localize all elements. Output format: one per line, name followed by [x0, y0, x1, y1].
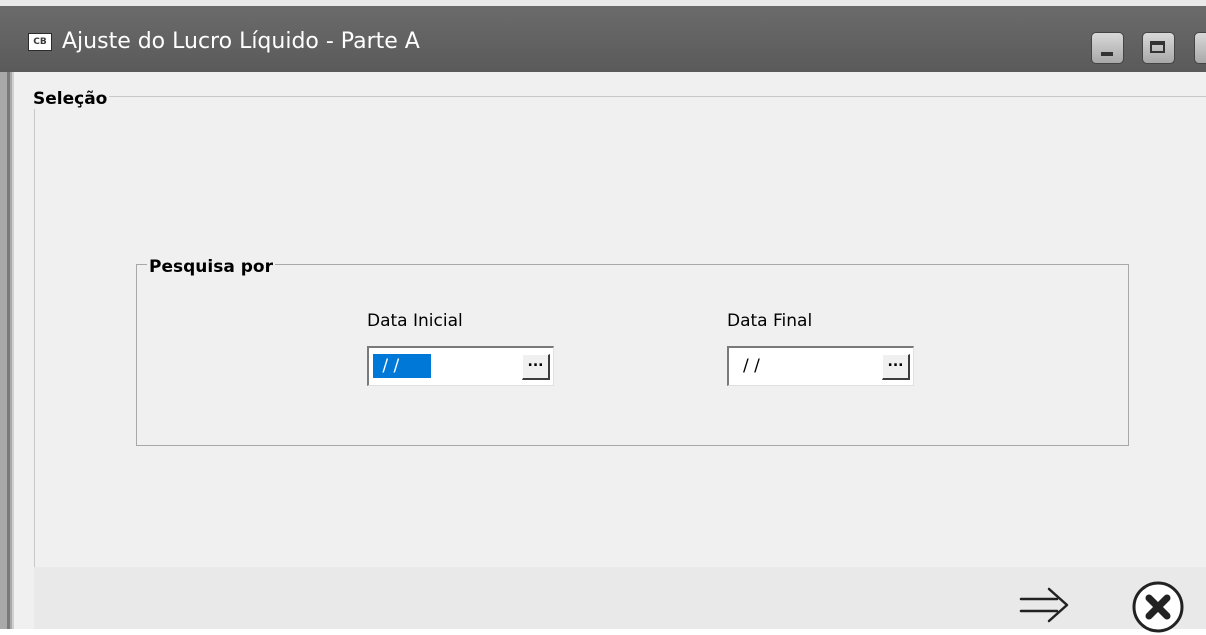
start-date-field[interactable]: / / ... [367, 346, 554, 386]
title-bar[interactable]: CB Ajuste do Lucro Líquido - Parte A [0, 0, 1206, 72]
end-date-field[interactable]: / / ... [727, 346, 914, 386]
cancel-circle-icon[interactable] [1130, 579, 1186, 635]
window: CB Ajuste do Lucro Líquido - Parte A Sel… [0, 0, 1206, 633]
search-group [136, 264, 1129, 446]
selection-group-legend: Seleção [31, 89, 110, 109]
arrow-right-icon[interactable] [1017, 585, 1073, 625]
start-date-value[interactable]: / / [373, 354, 431, 378]
end-date-label: Data Final [727, 311, 813, 331]
close-window-button[interactable] [1194, 32, 1206, 64]
window-title: Ajuste do Lucro Líquido - Parte A [62, 29, 420, 54]
minimize-button[interactable] [1091, 32, 1124, 64]
window-left-border [0, 72, 14, 629]
start-date-picker-button[interactable]: ... [522, 354, 550, 380]
maximize-button[interactable] [1142, 32, 1175, 64]
app-logo-icon: CB [28, 33, 52, 51]
search-group-legend: Pesquisa por [147, 257, 275, 277]
dialog-body: Seleção Pesquisa por Data Inicial / / ..… [14, 72, 1206, 633]
start-date-label: Data Inicial [367, 311, 463, 331]
end-date-picker-button[interactable]: ... [882, 354, 910, 380]
end-date-value[interactable]: / / [739, 354, 764, 378]
